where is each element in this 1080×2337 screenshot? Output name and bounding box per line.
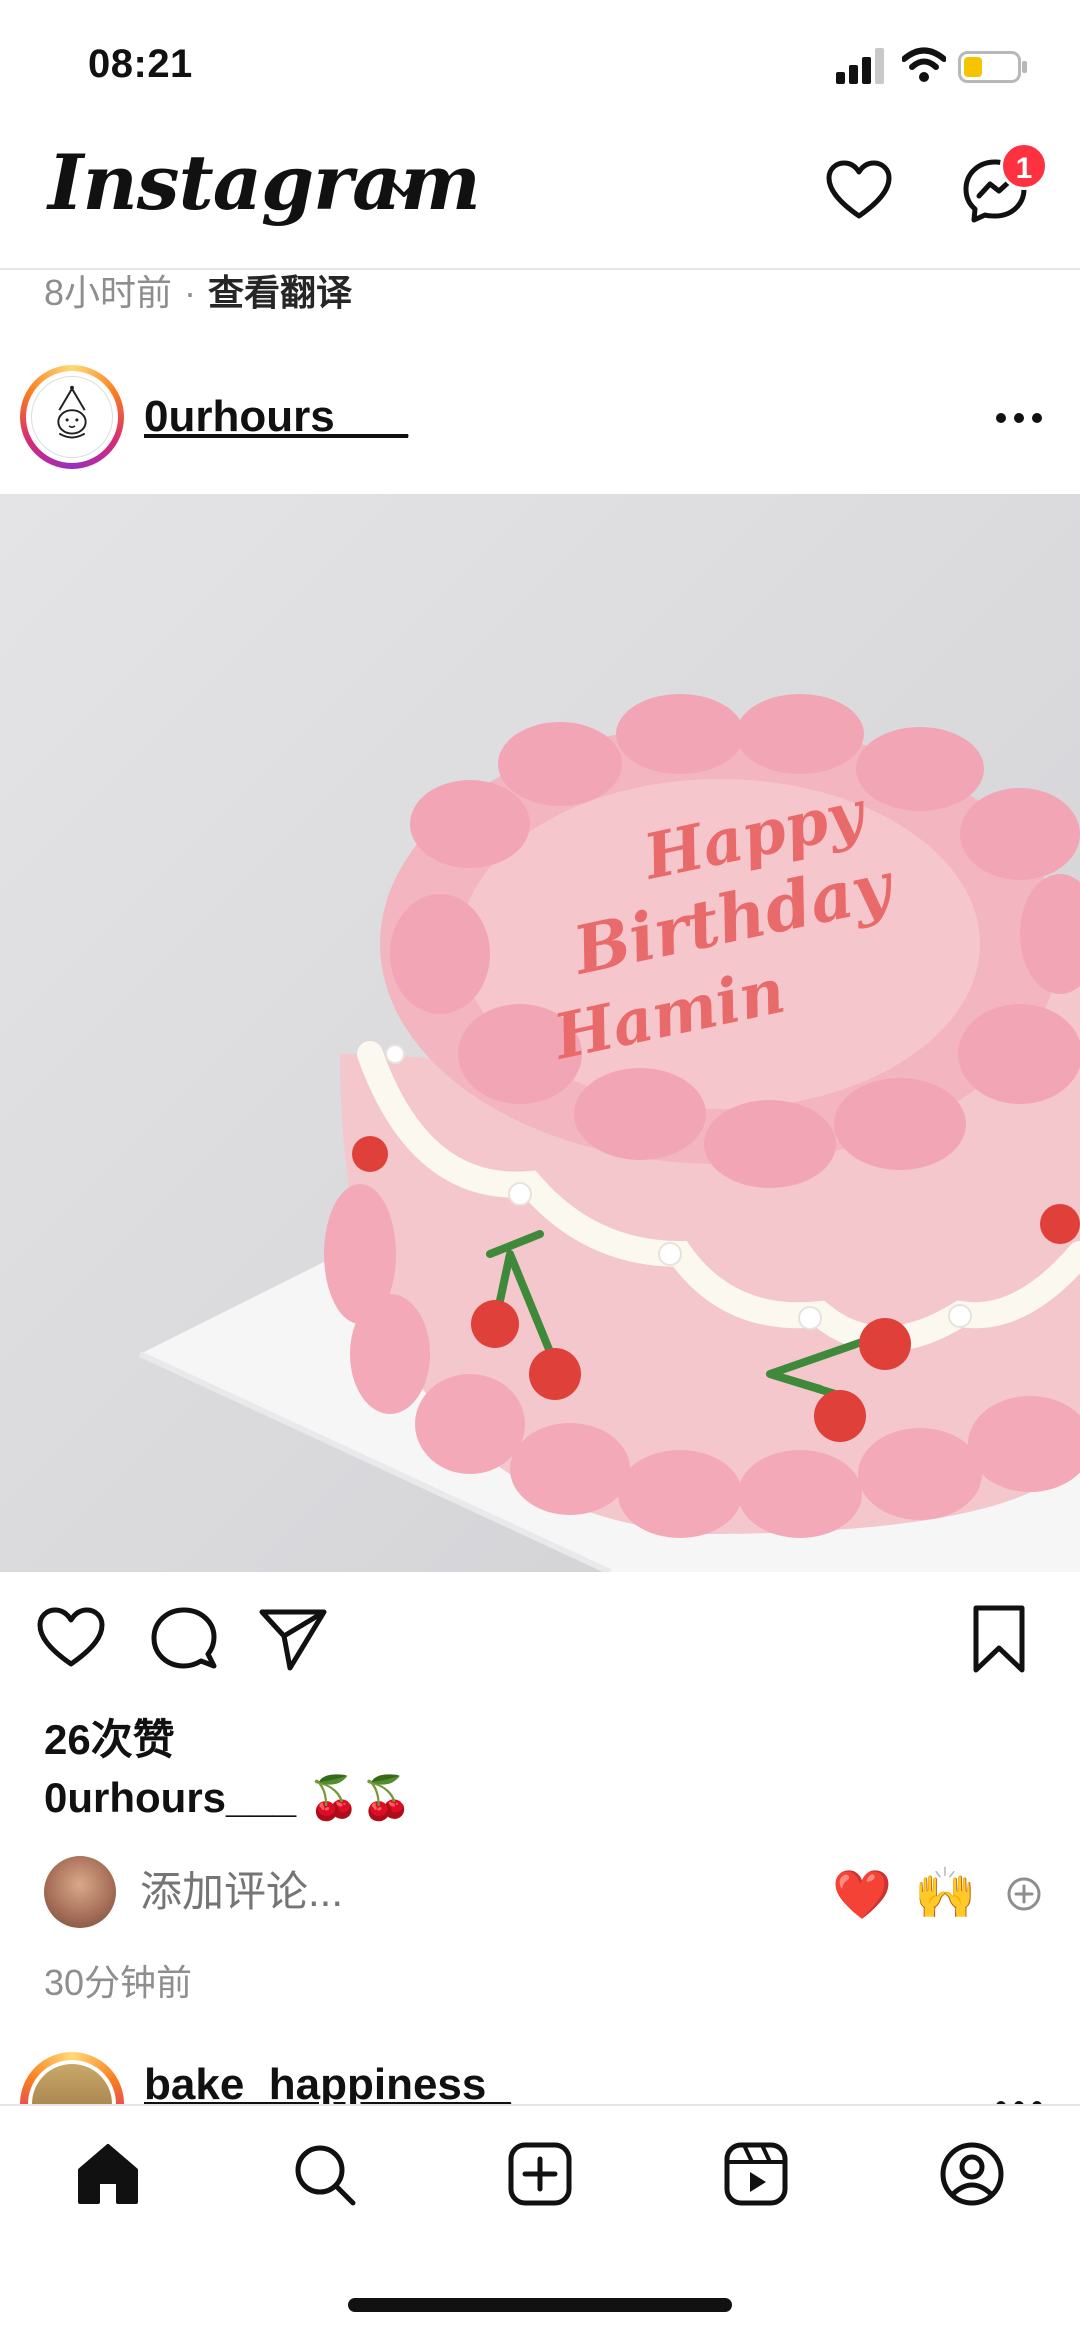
caption: 0urhours___ 🍒🍒 [44,1774,412,1823]
home-icon[interactable] [74,2140,142,2208]
post-username[interactable]: 0urhours___ [144,392,408,442]
more-horizontal-icon[interactable] [994,406,1044,430]
comment-input[interactable] [140,1868,640,1916]
message-badge: 1 [1000,142,1048,190]
caption-text: 🍒🍒 [307,1774,413,1821]
create-icon[interactable] [506,2140,574,2208]
next-post-username[interactable]: bake_happiness_ [144,2060,511,2110]
share-button[interactable] [258,1606,328,1672]
wifi-icon [902,47,946,82]
like-button[interactable] [36,1606,106,1670]
search-icon[interactable] [290,2140,358,2208]
battery-low-icon [958,51,1027,83]
cake-illustration: Happy Birthday Hamin [138,694,1080,1572]
save-button[interactable] [970,1604,1028,1674]
comment-button[interactable] [150,1606,218,1672]
home-indicator[interactable] [348,2298,732,2312]
chevron-down-icon[interactable] [390,180,418,200]
avatar[interactable] [31,376,113,458]
likes-count[interactable]: 26次赞 [44,1706,175,1767]
quick-reaction-heart[interactable]: ❤️ [832,1866,892,1923]
see-translation-link[interactable]: 查看翻译 [208,272,352,313]
reels-icon[interactable] [722,2140,790,2208]
current-user-avatar [44,1856,116,1928]
profile-icon[interactable] [938,2140,1006,2208]
previous-post-time: 8小时前 [44,272,173,313]
post-image[interactable]: Happy Birthday Hamin [0,494,1080,1572]
heart-outline-icon[interactable] [826,160,892,220]
status-time: 08:21 [88,42,193,86]
quick-reaction-raised-hands[interactable]: 🙌 [914,1864,976,1923]
post-time: 30分钟前 [44,1962,193,2003]
cellular-signal-icon [836,48,884,84]
caption-username[interactable]: 0urhours___ [44,1774,296,1821]
previous-post-meta: 8小时前 · 查看翻译 [44,264,352,316]
meta-separator: · [184,272,197,313]
add-circle-icon[interactable] [1006,1876,1042,1912]
